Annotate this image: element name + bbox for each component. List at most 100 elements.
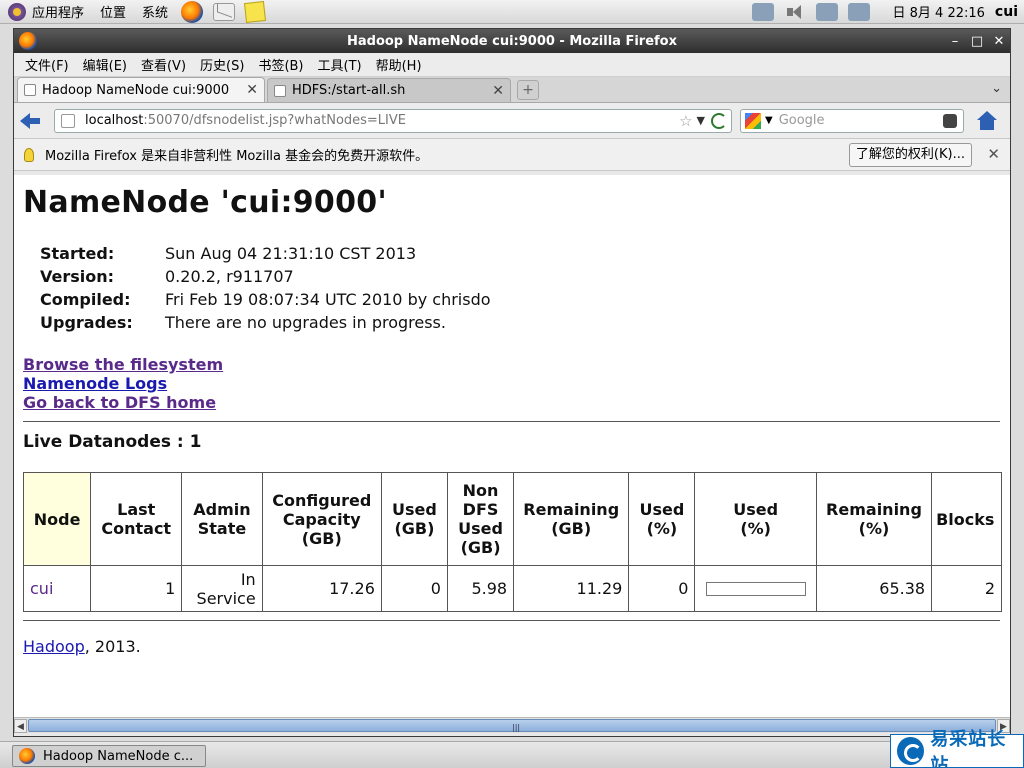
col-header-used-gb: Used (GB): [380, 472, 448, 566]
header-line: (GB): [301, 528, 342, 548]
header-line: (%): [858, 519, 890, 538]
notification-text: Mozilla Firefox 是来自非营利性 Mozilla 基金会的免费开源…: [45, 149, 429, 164]
minimize-button[interactable]: –: [944, 34, 966, 49]
system-menu[interactable]: 系统: [134, 0, 176, 24]
menu-file[interactable]: 文件(F): [18, 55, 76, 74]
header-line: (%): [740, 519, 771, 538]
cell-blocks: 2: [931, 565, 1002, 612]
url-history-dropdown-icon[interactable]: ▼: [697, 114, 705, 127]
info-row-upgrades: Upgrades: There are no upgrades in progre…: [40, 311, 1002, 334]
close-tab-icon[interactable]: ✕: [246, 82, 258, 98]
namenode-info: Started: Sun Aug 04 21:31:10 CST 2013 Ver…: [40, 242, 1002, 334]
search-bar[interactable]: ▼ Google: [740, 108, 964, 133]
places-menu[interactable]: 位置: [92, 0, 134, 24]
top-panel: 应用程序 位置 系统 日 8月 4 22:16 cui: [0, 0, 1024, 24]
update-tray-icon[interactable]: [847, 2, 870, 21]
close-notification-icon[interactable]: ✕: [987, 145, 1000, 163]
search-input[interactable]: Google: [779, 113, 943, 128]
notes-launcher-icon[interactable]: [244, 0, 267, 23]
tab-bar: Hadoop NameNode cui:9000 ✕ HDFS:/start-a…: [14, 77, 1010, 103]
lightbulb-icon: [24, 147, 34, 162]
mail-launcher-icon[interactable]: [213, 2, 236, 21]
table-header-row: Node Last Contact Admin State Configured Ca…: [22, 472, 1002, 566]
header-line: (%): [646, 519, 678, 538]
col-header-node-label: Node: [33, 509, 81, 529]
header-line: Capacity: [282, 509, 361, 529]
browse-filesystem-link[interactable]: Browse the filesystem: [23, 355, 223, 374]
info-value: Sun Aug 04 21:31:10 CST 2013: [165, 244, 417, 263]
network-tray-icon[interactable]: [751, 2, 774, 21]
col-header-node[interactable]: Node: [22, 472, 92, 566]
table-row: cui 1 In Service 17.26 0 5.98 11.29 0 65…: [22, 565, 1002, 612]
page-favicon-icon: [24, 84, 36, 96]
new-tab-button[interactable]: +: [517, 80, 539, 100]
hadoop-link[interactable]: Hadoop: [23, 637, 85, 656]
info-key: Started:: [40, 244, 115, 263]
google-engine-icon[interactable]: [745, 112, 761, 129]
home-icon[interactable]: [976, 110, 998, 131]
page-title: NameNode 'cui:9000': [23, 185, 387, 220]
menu-bar: 文件(F) 编辑(E) 查看(V) 历史(S) 书签(B) 工具(T) 帮助(H…: [14, 53, 1010, 77]
url-text[interactable]: localhost:50070/dfsnodelist.jsp?whatNode…: [85, 113, 679, 128]
dfs-home-link[interactable]: Go back to DFS home: [23, 393, 216, 412]
menu-view[interactable]: 查看(V): [134, 55, 193, 74]
back-arrow-icon[interactable]: [20, 110, 42, 132]
tab-hdfs-start-all[interactable]: HDFS:/start-all.sh ✕: [267, 78, 511, 102]
header-line: Last: [117, 500, 156, 519]
horizontal-scrollbar[interactable]: ◀ ||| ▶: [14, 717, 1010, 733]
close-tab-icon[interactable]: ✕: [492, 83, 504, 99]
info-row-started: Started: Sun Aug 04 21:31:10 CST 2013: [40, 242, 1002, 265]
info-value: 0.20.2, r911707: [165, 267, 294, 286]
taskbar-item-firefox[interactable]: Hadoop NameNode c...: [12, 745, 206, 767]
volume-icon[interactable]: [784, 3, 806, 21]
cell-configured-capacity: 17.26: [261, 565, 382, 612]
scroll-left-arrow-icon[interactable]: ◀: [14, 719, 27, 733]
site-identity-icon[interactable]: [61, 113, 75, 128]
menu-help[interactable]: 帮助(H): [369, 55, 429, 74]
title-bar[interactable]: Hadoop NameNode cui:9000 - Mozilla Firef…: [14, 29, 1010, 53]
engine-dropdown-icon[interactable]: ▼: [765, 115, 773, 126]
col-header-remaining-gb: Remaining (GB): [513, 472, 630, 566]
list-all-tabs-icon[interactable]: ⌄: [991, 81, 1002, 96]
user-menu[interactable]: cui: [995, 4, 1018, 20]
gnome-foot-icon: [8, 2, 26, 21]
tab-label: HDFS:/start-all.sh: [292, 83, 406, 98]
clock[interactable]: 日 8月 4 22:16: [893, 2, 985, 21]
display-tray-icon[interactable]: [815, 2, 838, 21]
panel-tray: 日 8月 4 22:16 cui: [747, 0, 1024, 24]
watermark-logo-icon: [897, 737, 925, 765]
window-controls: – □ ✕: [944, 34, 1010, 49]
tab-namenode[interactable]: Hadoop NameNode cui:9000 ✕: [17, 77, 265, 102]
header-line: (GB): [394, 519, 435, 538]
firefox-icon: [19, 748, 35, 764]
menu-bookmarks[interactable]: 书签(B): [251, 55, 310, 74]
applications-menu[interactable]: 应用程序: [0, 0, 92, 24]
menu-history[interactable]: 历史(S): [193, 55, 251, 74]
desktop: 应用程序 位置 系统 日 8月 4 22:16 cui Hadoop NameN…: [0, 0, 1024, 768]
firefox-launcher-icon[interactable]: [181, 0, 204, 23]
cell-non-dfs-used: 5.98: [446, 565, 515, 612]
know-your-rights-button[interactable]: 了解您的权利(K)...: [848, 143, 972, 167]
divider: [23, 620, 1000, 621]
header-line: Used: [392, 500, 437, 519]
scrollbar-thumb[interactable]: |||: [28, 719, 996, 732]
bookmark-star-icon[interactable]: ☆: [679, 112, 692, 130]
applications-menu-label: 应用程序: [32, 6, 85, 21]
reload-icon[interactable]: [711, 112, 727, 129]
header-line: Admin: [193, 500, 251, 519]
watermark: 易采站长站: [890, 729, 1024, 768]
namenode-logs-link[interactable]: Namenode Logs: [23, 374, 167, 393]
url-bar[interactable]: localhost:50070/dfsnodelist.jsp?whatNode…: [54, 108, 732, 133]
menu-edit[interactable]: 编辑(E): [76, 55, 134, 74]
menu-tools[interactable]: 工具(T): [311, 55, 369, 74]
cell-remaining-pct: 65.38: [815, 565, 933, 612]
navigation-toolbar: localhost:50070/dfsnodelist.jsp?whatNode…: [14, 103, 1010, 139]
node-link-cui[interactable]: cui: [22, 565, 92, 612]
live-datanodes-title: Live Datanodes : 1: [23, 432, 202, 452]
info-key: Version:: [40, 267, 115, 286]
search-binoculars-icon[interactable]: [943, 113, 957, 128]
col-header-configured-capacity: Configured Capacity (GB): [261, 472, 382, 566]
maximize-button[interactable]: □: [966, 34, 988, 49]
cell-used-gb: 0: [380, 565, 448, 612]
close-window-button[interactable]: ✕: [988, 34, 1010, 49]
